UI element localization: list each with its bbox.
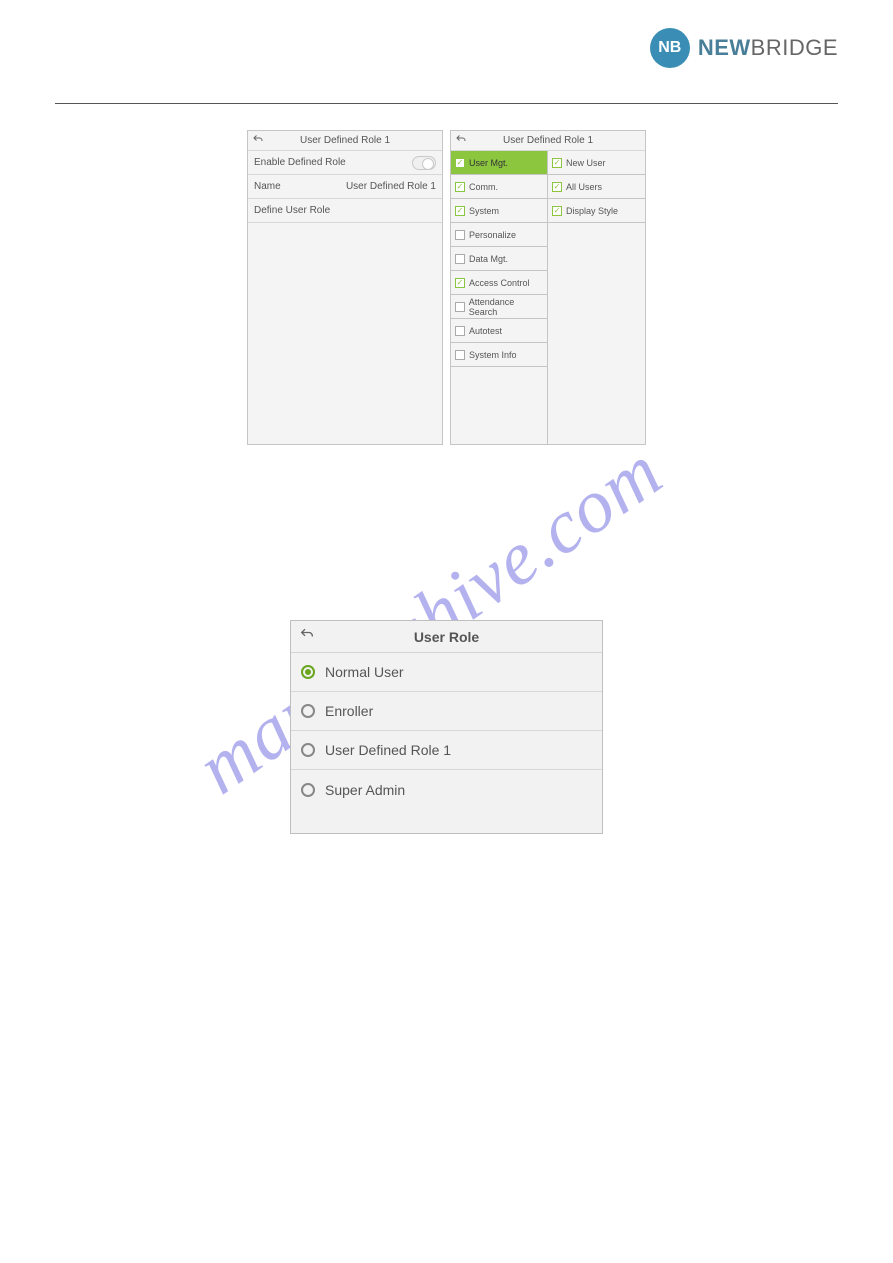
permission-label: New User [566,158,606,168]
panel1-titlebar: User Defined Role 1 [248,131,442,151]
permissions-left-column: User Mgt. Comm. System Personalize Data Mgt.… [451,151,548,444]
permission-label: Personalize [469,230,516,240]
checkbox-icon[interactable] [455,278,465,288]
checkbox-icon[interactable] [455,206,465,216]
role-option-label: Enroller [325,703,373,719]
permission-autotest[interactable]: Autotest [451,319,547,343]
checkbox-icon[interactable] [455,158,465,168]
radio-icon[interactable] [301,743,315,757]
panel-user-role: User Role Normal User Enroller User Define… [290,620,603,834]
role-option-user-defined-role-1[interactable]: User Defined Role 1 [291,731,602,770]
role-option-normal-user[interactable]: Normal User [291,653,602,692]
permission-new-user[interactable]: New User [548,151,645,175]
permission-label: Autotest [469,326,502,336]
checkbox-icon[interactable] [455,302,465,312]
back-icon[interactable] [299,626,315,647]
permission-label: Data Mgt. [469,254,508,264]
checkbox-icon[interactable] [552,206,562,216]
role-option-label: Super Admin [325,782,405,798]
panel-role-settings: User Defined Role 1 Enable Defined Role … [247,130,443,445]
define-label: Define User Role [254,205,330,216]
permission-label: All Users [566,182,602,192]
permissions-right-column: New User All Users Display Style [548,151,645,444]
radio-icon[interactable] [301,665,315,679]
radio-icon[interactable] [301,704,315,718]
panel1-title: User Defined Role 1 [248,135,442,146]
permission-user-mgt[interactable]: User Mgt. [451,151,547,175]
brand-name: NEWBRIDGE [698,35,838,61]
name-value: User Defined Role 1 [346,181,436,192]
checkbox-icon[interactable] [455,254,465,264]
role-spacer [291,809,602,833]
brand-name-bold: NEW [698,35,751,60]
permission-data-mgt[interactable]: Data Mgt. [451,247,547,271]
role-titlebar: User Role [291,621,602,653]
permission-label: Display Style [566,206,618,216]
brand-logo: NB NEWBRIDGE [650,28,838,68]
enable-label: Enable Defined Role [254,157,346,168]
role-title: User Role [291,629,602,645]
role-option-label: Normal User [325,664,404,680]
checkbox-icon[interactable] [455,230,465,240]
panel2-body: User Mgt. Comm. System Personalize Data Mgt.… [451,151,645,444]
checkbox-icon[interactable] [455,326,465,336]
permission-label: User Mgt. [469,158,508,168]
role-option-super-admin[interactable]: Super Admin [291,770,602,809]
checkbox-icon[interactable] [552,158,562,168]
page-header: NB NEWBRIDGE [55,0,838,104]
panel-role-permissions: User Defined Role 1 User Mgt. Comm. System… [450,130,646,445]
permission-system-info[interactable]: System Info [451,343,547,367]
row-define-user-role[interactable]: Define User Role [248,199,442,223]
checkbox-icon[interactable] [455,182,465,192]
brand-name-light: BRIDGE [751,35,838,60]
permission-label: Comm. [469,182,498,192]
permission-all-users[interactable]: All Users [548,175,645,199]
toggle-off-icon[interactable] [412,156,436,170]
checkbox-icon[interactable] [552,182,562,192]
role-option-label: User Defined Role 1 [325,742,451,758]
permission-display-style[interactable]: Display Style [548,199,645,223]
name-label: Name [254,181,281,192]
panels-row: User Defined Role 1 Enable Defined Role … [247,130,646,445]
panel2-titlebar: User Defined Role 1 [451,131,645,151]
permission-label: System [469,206,499,216]
back-icon[interactable] [455,133,467,148]
permission-attendance-search[interactable]: Attendance Search [451,295,547,319]
permission-access-control[interactable]: Access Control [451,271,547,295]
checkbox-icon[interactable] [455,350,465,360]
row-name[interactable]: Name User Defined Role 1 [248,175,442,199]
permission-personalize[interactable]: Personalize [451,223,547,247]
permission-system[interactable]: System [451,199,547,223]
row-enable-defined-role[interactable]: Enable Defined Role [248,151,442,175]
panel2-title: User Defined Role 1 [451,135,645,146]
permission-label: Access Control [469,278,530,288]
permission-comm[interactable]: Comm. [451,175,547,199]
back-icon[interactable] [252,133,264,148]
radio-icon[interactable] [301,783,315,797]
role-option-enroller[interactable]: Enroller [291,692,602,731]
brand-badge: NB [650,28,690,68]
permission-label: System Info [469,350,517,360]
permission-label: Attendance Search [469,297,543,317]
